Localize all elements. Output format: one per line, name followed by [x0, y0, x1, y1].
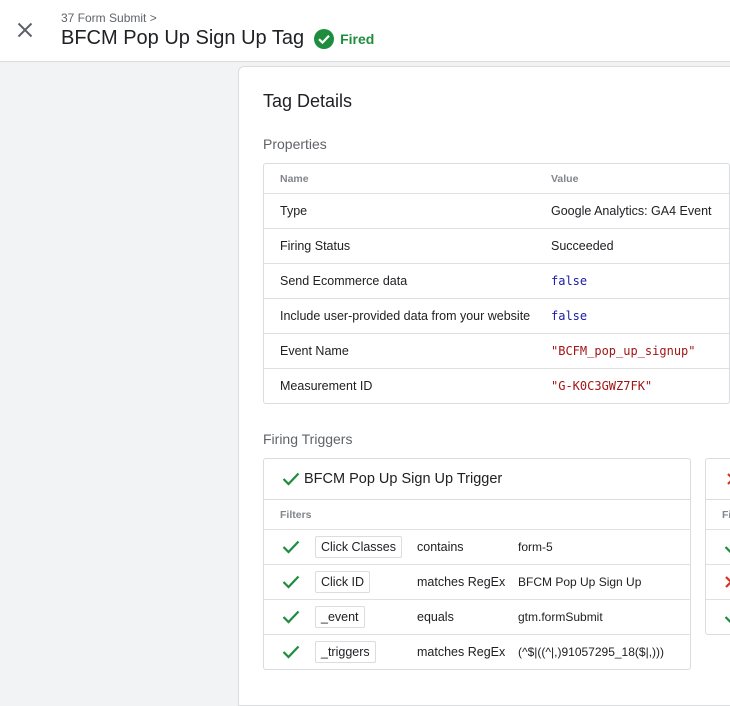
trigger-header: BFCM Pop Up Sign Up Trigger: [264, 459, 690, 500]
status-label: Fired: [340, 30, 375, 47]
filter-row: _triggers matches RegEx (^$|((^|,)910572…: [264, 634, 690, 669]
column-header-value: Value: [551, 172, 579, 185]
property-value: false: [551, 274, 588, 288]
property-value: false: [551, 309, 588, 323]
second-filter-row: [706, 529, 730, 564]
property-name: Include user-provided data from your web…: [280, 309, 531, 323]
check-circle-icon: [314, 28, 335, 49]
property-value: Succeeded: [551, 239, 614, 253]
variable-chip: Click Classes: [315, 536, 403, 558]
filter-row: _event equals gtm.formSubmit: [264, 599, 690, 634]
variable-chip: _event: [315, 606, 365, 628]
filter-value: gtm.formSubmit: [518, 610, 603, 624]
variable-chip: Click ID: [315, 571, 371, 593]
table-row: Type Google Analytics: GA4 Event: [264, 193, 729, 228]
table-row: Firing Status Succeeded: [264, 228, 729, 263]
check-icon: [724, 616, 730, 624]
check-icon: [282, 472, 300, 486]
table-row: Send Ecommerce data false: [264, 263, 729, 298]
cross-icon: [725, 576, 730, 588]
property-value: "BCFM_pop_up_signup": [551, 344, 696, 358]
property-value: "G-K0C3GWZ7FK": [551, 379, 653, 393]
properties-table: Name Value Type Google Analytics: GA4 Ev…: [263, 163, 730, 404]
filter-value: form-5: [518, 540, 553, 554]
second-filter-row: [706, 599, 730, 634]
table-row: Include user-provided data from your web…: [264, 298, 729, 333]
filter-row: Click ID matches RegEx BFCM Pop Up Sign …: [264, 564, 690, 599]
property-name: Event Name: [280, 344, 349, 358]
close-button[interactable]: [12, 17, 38, 43]
property-name: Type: [280, 204, 308, 218]
second-trigger-card[interactable]: Fi: [705, 458, 730, 635]
panel-title: Tag Details: [263, 91, 353, 111]
cross-icon: [727, 473, 730, 485]
title-row: BFCM Pop Up Sign Up Tag Fired: [61, 27, 374, 50]
trigger-name: BFCM Pop Up Sign Up Trigger: [304, 471, 503, 487]
top-bar: 37 Form Submit > BFCM Pop Up Sign Up Tag…: [0, 0, 730, 62]
property-name: Send Ecommerce data: [280, 274, 408, 288]
check-icon: [282, 540, 300, 554]
tag-details-panel: Tag Details Properties Name Value Type G…: [238, 66, 730, 706]
filter-operator: equals: [417, 610, 454, 624]
filters-header: Filters: [280, 508, 312, 521]
property-value: Google Analytics: GA4 Event: [551, 204, 712, 218]
variable-chip: _triggers: [315, 641, 376, 663]
filter-operator: matches RegEx: [417, 575, 506, 589]
check-icon: [282, 610, 300, 624]
filter-value: BFCM Pop Up Sign Up: [518, 575, 642, 589]
trigger-card[interactable]: BFCM Pop Up Sign Up Trigger Filters Clic…: [263, 458, 691, 670]
filter-operator: matches RegEx: [417, 645, 506, 659]
check-icon: [282, 575, 300, 589]
property-name: Firing Status: [280, 239, 351, 253]
second-filters-header: Fi: [722, 508, 730, 521]
page-title: BFCM Pop Up Sign Up Tag: [61, 27, 305, 49]
column-header-name: Name: [280, 172, 309, 185]
filter-operator: contains: [417, 540, 464, 554]
status-badge: Fired: [314, 28, 375, 49]
filter-value: (^$|((^|,)91057295_18($|,))): [518, 645, 665, 659]
second-filter-row: [706, 564, 730, 599]
property-name: Measurement ID: [280, 379, 373, 393]
close-icon: [17, 22, 33, 38]
properties-header-row: Name Value: [264, 164, 729, 193]
breadcrumb[interactable]: 37 Form Submit >: [61, 11, 157, 25]
check-icon: [724, 546, 730, 554]
properties-title: Properties: [263, 136, 327, 152]
filter-row: Click Classes contains form-5: [264, 529, 690, 564]
check-icon: [282, 645, 300, 659]
second-trigger-header: [706, 459, 730, 500]
table-row: Measurement ID "G-K0C3GWZ7FK": [264, 368, 729, 403]
table-row: Event Name "BCFM_pop_up_signup": [264, 333, 729, 368]
firing-triggers-title: Firing Triggers: [263, 431, 353, 447]
